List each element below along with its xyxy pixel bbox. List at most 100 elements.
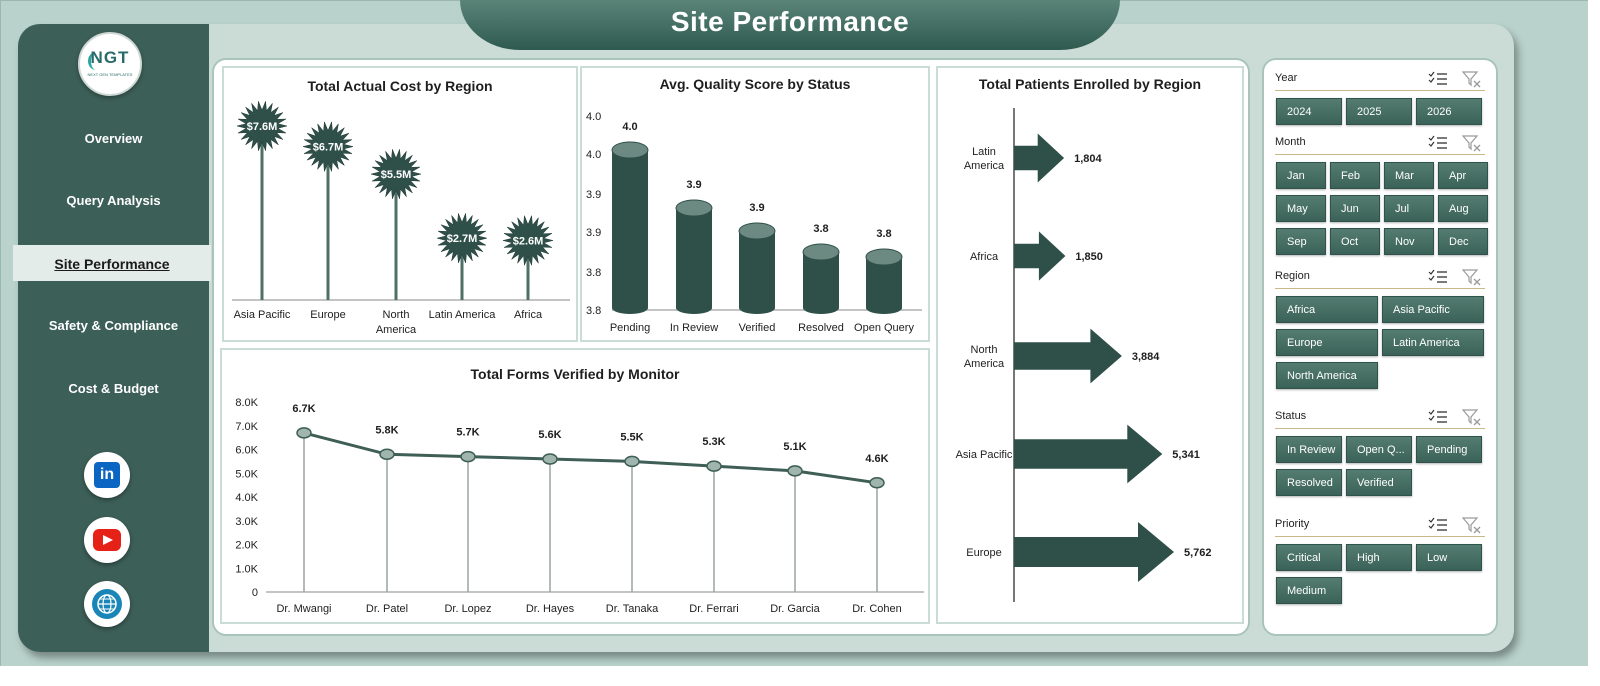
- slicer-status-option[interactable]: Pending: [1416, 436, 1482, 463]
- multi-select-icon[interactable]: [1428, 269, 1448, 285]
- youtube-icon: [93, 529, 121, 551]
- cost-data-label: $6.7M: [313, 142, 344, 154]
- cost-by-region-card: Total Actual Cost by Region $7.6M Asia Pa…: [222, 66, 578, 342]
- slicer-status-option[interactable]: Resolved: [1276, 469, 1342, 496]
- quality-cylinder-base: [676, 302, 712, 314]
- linkedin-icon: in: [94, 462, 120, 488]
- multi-select-icon[interactable]: [1428, 71, 1448, 87]
- slicer-status-label: Status: [1275, 410, 1307, 422]
- patients-data-label: 3,884: [1132, 351, 1160, 363]
- forms-category-label: Dr. Tanaka: [606, 603, 659, 615]
- patients-category-label: Asia Pacific: [956, 449, 1013, 461]
- slicer-year-label: Year: [1275, 72, 1298, 84]
- patients-arrow-bar: [1014, 133, 1065, 183]
- quality-cylinder-top: [611, 141, 649, 159]
- nav-overview[interactable]: Overview: [18, 131, 209, 146]
- slicer-year-option[interactable]: 2025: [1346, 98, 1412, 125]
- clear-filter-icon[interactable]: [1462, 134, 1482, 152]
- slicer-status-option[interactable]: Verified: [1346, 469, 1412, 496]
- slicer-divider: [1275, 428, 1485, 429]
- slicer-region-option[interactable]: Latin America: [1382, 329, 1484, 356]
- slicer-month-option[interactable]: Jun: [1330, 195, 1380, 222]
- slicer-month-option[interactable]: Jan: [1276, 162, 1326, 189]
- forms-point-marker: [869, 477, 885, 489]
- nav-query-analysis[interactable]: Query Analysis: [18, 193, 209, 208]
- forms-data-label: 6.7K: [292, 403, 315, 415]
- forms-point-marker: [624, 455, 640, 468]
- logo-text: NGT: [90, 48, 130, 67]
- forms-point-marker: [460, 450, 476, 463]
- slicer-priority-option[interactable]: Medium: [1276, 577, 1342, 604]
- slicer-month-option[interactable]: Jul: [1384, 195, 1434, 222]
- patients-arrow-bar: [1014, 424, 1163, 484]
- quality-category-label: Resolved: [798, 322, 844, 334]
- linkedin-button[interactable]: in: [84, 452, 130, 498]
- nav-site-performance[interactable]: Site Performance: [13, 256, 211, 272]
- slicer-month-option[interactable]: Nov: [1384, 228, 1434, 255]
- slicer-month-option[interactable]: Aug: [1438, 195, 1488, 222]
- nav-safety-compliance[interactable]: Safety & Compliance: [18, 318, 209, 333]
- patients-data-label: 5,762: [1184, 547, 1212, 559]
- website-button[interactable]: [84, 581, 130, 627]
- clear-filter-icon[interactable]: [1462, 70, 1482, 88]
- quality-cylinder-body: [612, 150, 648, 308]
- quality-category-label: Verified: [739, 322, 776, 334]
- patients-category-label: Africa: [970, 251, 999, 263]
- clear-filter-icon[interactable]: [1462, 516, 1482, 534]
- slicer-region-option[interactable]: Europe: [1276, 329, 1378, 356]
- slicer-month-option[interactable]: Apr: [1438, 162, 1488, 189]
- quality-data-label: 3.8: [876, 228, 891, 240]
- multi-select-icon[interactable]: [1428, 409, 1448, 425]
- cost-chart-svg: $7.6M Asia Pacific $6.7M Europe $5.5M North Am…: [232, 101, 570, 336]
- quality-y-tick: 4.0: [586, 149, 601, 161]
- forms-category-label: Dr. Hayes: [526, 603, 575, 615]
- multi-select-icon[interactable]: [1428, 135, 1448, 151]
- patients-arrow-bar: [1014, 328, 1122, 384]
- slicer-status-option[interactable]: Open Q...: [1346, 436, 1412, 463]
- slicer-year-option[interactable]: 2026: [1416, 98, 1482, 125]
- quality-by-status-card: Avg. Quality Score by Status 4.0 4.0 3.9 3.…: [580, 66, 930, 342]
- nav-cost-budget[interactable]: Cost & Budget: [18, 381, 209, 396]
- slicer-month-option[interactable]: Oct: [1330, 228, 1380, 255]
- slicer-year-option[interactable]: 2024: [1276, 98, 1342, 125]
- quality-cylinder-base: [803, 302, 839, 314]
- slicer-region-option[interactable]: Asia Pacific: [1382, 296, 1484, 323]
- clear-filter-icon[interactable]: [1462, 408, 1482, 426]
- forms-y-tick: 3.0K: [235, 516, 258, 528]
- slicer-month-option[interactable]: Sep: [1276, 228, 1326, 255]
- forms-category-label: Dr. Lopez: [444, 603, 491, 615]
- globe-icon: [92, 589, 122, 619]
- slicer-month-option[interactable]: Feb: [1330, 162, 1380, 189]
- slicer-region-option[interactable]: North America: [1276, 362, 1378, 389]
- slicer-divider: [1275, 536, 1485, 537]
- quality-data-label: 3.9: [749, 202, 764, 214]
- quality-chart-svg: 4.0 4.0 3.9 3.9 3.8 3.8 4.0 Pending 3.9 In Review…: [586, 111, 922, 334]
- quality-cylinder-top: [865, 248, 903, 266]
- multi-select-icon[interactable]: [1428, 517, 1448, 533]
- slicer-priority-option[interactable]: Low: [1416, 544, 1482, 571]
- forms-data-label: 5.6K: [538, 429, 561, 441]
- slicer-month-label: Month: [1275, 136, 1306, 148]
- cost-category-label: Africa: [514, 309, 543, 321]
- slicer-month-option[interactable]: Mar: [1384, 162, 1434, 189]
- patients-category-label: America: [964, 160, 1005, 172]
- quality-y-tick: 3.8: [586, 305, 601, 317]
- cost-category-label: Latin America: [429, 309, 497, 321]
- patients-category-label: America: [964, 358, 1005, 370]
- clear-filter-icon[interactable]: [1462, 268, 1482, 286]
- slicer-priority-option[interactable]: Critical: [1276, 544, 1342, 571]
- patients-category-label: Latin: [972, 146, 996, 158]
- slicer-month-option[interactable]: May: [1276, 195, 1326, 222]
- slicer-priority-option[interactable]: High: [1346, 544, 1412, 571]
- forms-y-tick: 7.0K: [235, 421, 258, 433]
- slicer-status-option[interactable]: In Review: [1276, 436, 1342, 463]
- quality-cylinder-base: [612, 302, 648, 314]
- forms-y-tick: 6.0K: [235, 445, 258, 457]
- bottom-margin: [0, 666, 1600, 686]
- youtube-button[interactable]: [84, 517, 130, 563]
- slicer-month-option[interactable]: Dec: [1438, 228, 1488, 255]
- quality-category-label: Pending: [610, 322, 650, 334]
- slicer-region-option[interactable]: Africa: [1276, 296, 1378, 323]
- cost-data-label: $2.6M: [513, 235, 544, 247]
- patients-arrow-bar: [1014, 522, 1174, 582]
